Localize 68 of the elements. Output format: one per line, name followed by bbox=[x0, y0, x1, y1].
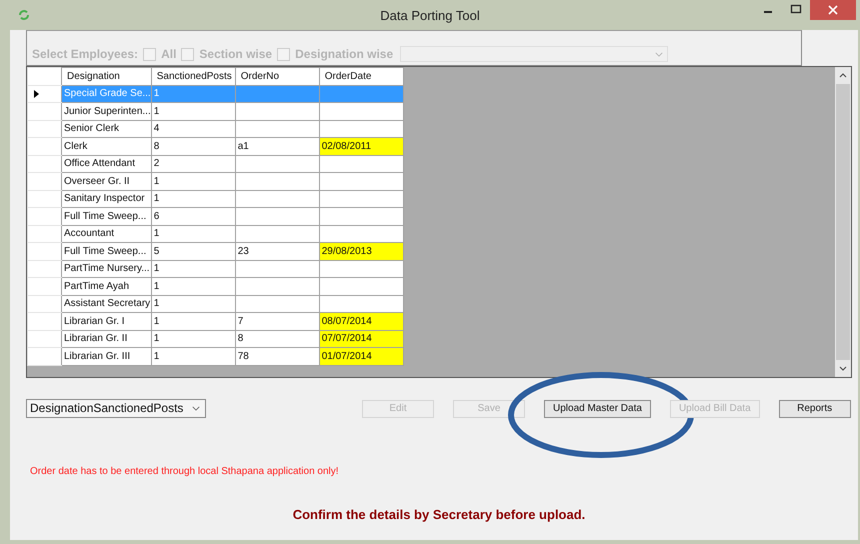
current-row-icon bbox=[34, 90, 39, 98]
vertical-scrollbar[interactable] bbox=[835, 67, 851, 377]
table-cell: 1 bbox=[151, 85, 236, 102]
column-header[interactable]: OrderDate bbox=[319, 68, 404, 85]
table-cell: Librarian Gr. I bbox=[62, 312, 152, 330]
table-cell: 01/07/2014 bbox=[319, 348, 404, 365]
table-cell: PartTime Nursery... bbox=[62, 260, 152, 278]
close-button[interactable] bbox=[810, 0, 856, 20]
action-button[interactable]: Reports bbox=[778, 400, 851, 418]
table-cell: 1 bbox=[151, 295, 236, 312]
table-cell: 08/07/2014 bbox=[319, 312, 404, 330]
table-cell: 1 bbox=[151, 312, 236, 330]
table-cell: 5 bbox=[151, 242, 236, 260]
dropdown-value: DesignationSanctionedPosts bbox=[30, 401, 184, 415]
window-title: Data Porting Tool bbox=[380, 8, 480, 22]
table-cell: 6 bbox=[151, 208, 236, 225]
filter-dropdown[interactable] bbox=[400, 46, 668, 62]
table-cell: 1 bbox=[151, 102, 236, 120]
table-cell: Senior Clerk bbox=[62, 120, 152, 138]
table-cell: 4 bbox=[151, 120, 236, 138]
table-cell: Junior Superinten... bbox=[62, 102, 152, 120]
checkbox-label: Designation wise bbox=[295, 47, 394, 61]
table-cell: Accountant bbox=[62, 225, 152, 242]
table-cell: Full Time Sweep... bbox=[62, 208, 152, 225]
checkbox-label: Section wise bbox=[199, 47, 272, 61]
table-cell: Librarian Gr. III bbox=[62, 348, 152, 365]
table-cell: 23 bbox=[235, 242, 320, 260]
warning-message: Order date has to be entered through local Sthapana application only! bbox=[30, 466, 340, 477]
chevron-down-icon bbox=[655, 52, 664, 56]
table-cell: PartTime Ayah bbox=[62, 278, 152, 295]
table-cell: 7 bbox=[235, 312, 320, 330]
scroll-up-icon[interactable] bbox=[839, 73, 847, 78]
table-cell: 1 bbox=[151, 260, 236, 278]
table-cell: 1 bbox=[151, 278, 236, 295]
column-header[interactable]: OrderNo bbox=[235, 68, 320, 85]
table-cell: Full Time Sweep... bbox=[62, 242, 152, 260]
scrollbar-thumb[interactable] bbox=[836, 84, 850, 360]
table-cell: 07/07/2014 bbox=[319, 330, 404, 348]
table-cell: 1 bbox=[151, 330, 236, 348]
table-cell: 1 bbox=[151, 172, 236, 190]
table-cell: Special Grade Se... bbox=[62, 85, 152, 102]
table-dropdown[interactable]: DesignationSanctionedPosts bbox=[26, 398, 206, 418]
table-cell: 2 bbox=[151, 155, 236, 172]
row-header[interactable] bbox=[28, 85, 62, 102]
table-cell: Assistant Secretary bbox=[62, 295, 152, 312]
chevron-down-icon bbox=[192, 406, 200, 410]
column-header[interactable]: Designation bbox=[62, 68, 152, 85]
table-cell: 02/08/2011 bbox=[319, 138, 404, 155]
notice-message: Confirm the details by Secretary before upload. bbox=[292, 507, 586, 522]
table-cell: Sanitary Inspector bbox=[62, 190, 152, 208]
filter-label: Select Employees: bbox=[32, 47, 138, 61]
table-cell: Office Attendant bbox=[62, 155, 152, 172]
checkbox-label: All bbox=[161, 47, 176, 61]
table-cell: 29/08/2013 bbox=[319, 242, 404, 260]
scroll-down-icon[interactable] bbox=[839, 366, 847, 371]
table-cell: Overseer Gr. II bbox=[62, 172, 152, 190]
table-cell: 1 bbox=[151, 190, 236, 208]
table-cell: 78 bbox=[235, 348, 320, 365]
table-cell: 1 bbox=[151, 348, 236, 365]
table-cell: 8 bbox=[151, 138, 236, 155]
table-cell: a1 bbox=[235, 138, 320, 155]
table-cell: Clerk bbox=[62, 138, 152, 155]
column-header[interactable]: SanctionedPosts bbox=[151, 68, 236, 85]
table-cell: 8 bbox=[235, 330, 320, 348]
table-cell: Librarian Gr. II bbox=[62, 330, 152, 348]
refresh-icon bbox=[18, 9, 30, 21]
table-cell: 1 bbox=[151, 225, 236, 242]
action-button[interactable]: Upload Master Data bbox=[544, 400, 651, 418]
